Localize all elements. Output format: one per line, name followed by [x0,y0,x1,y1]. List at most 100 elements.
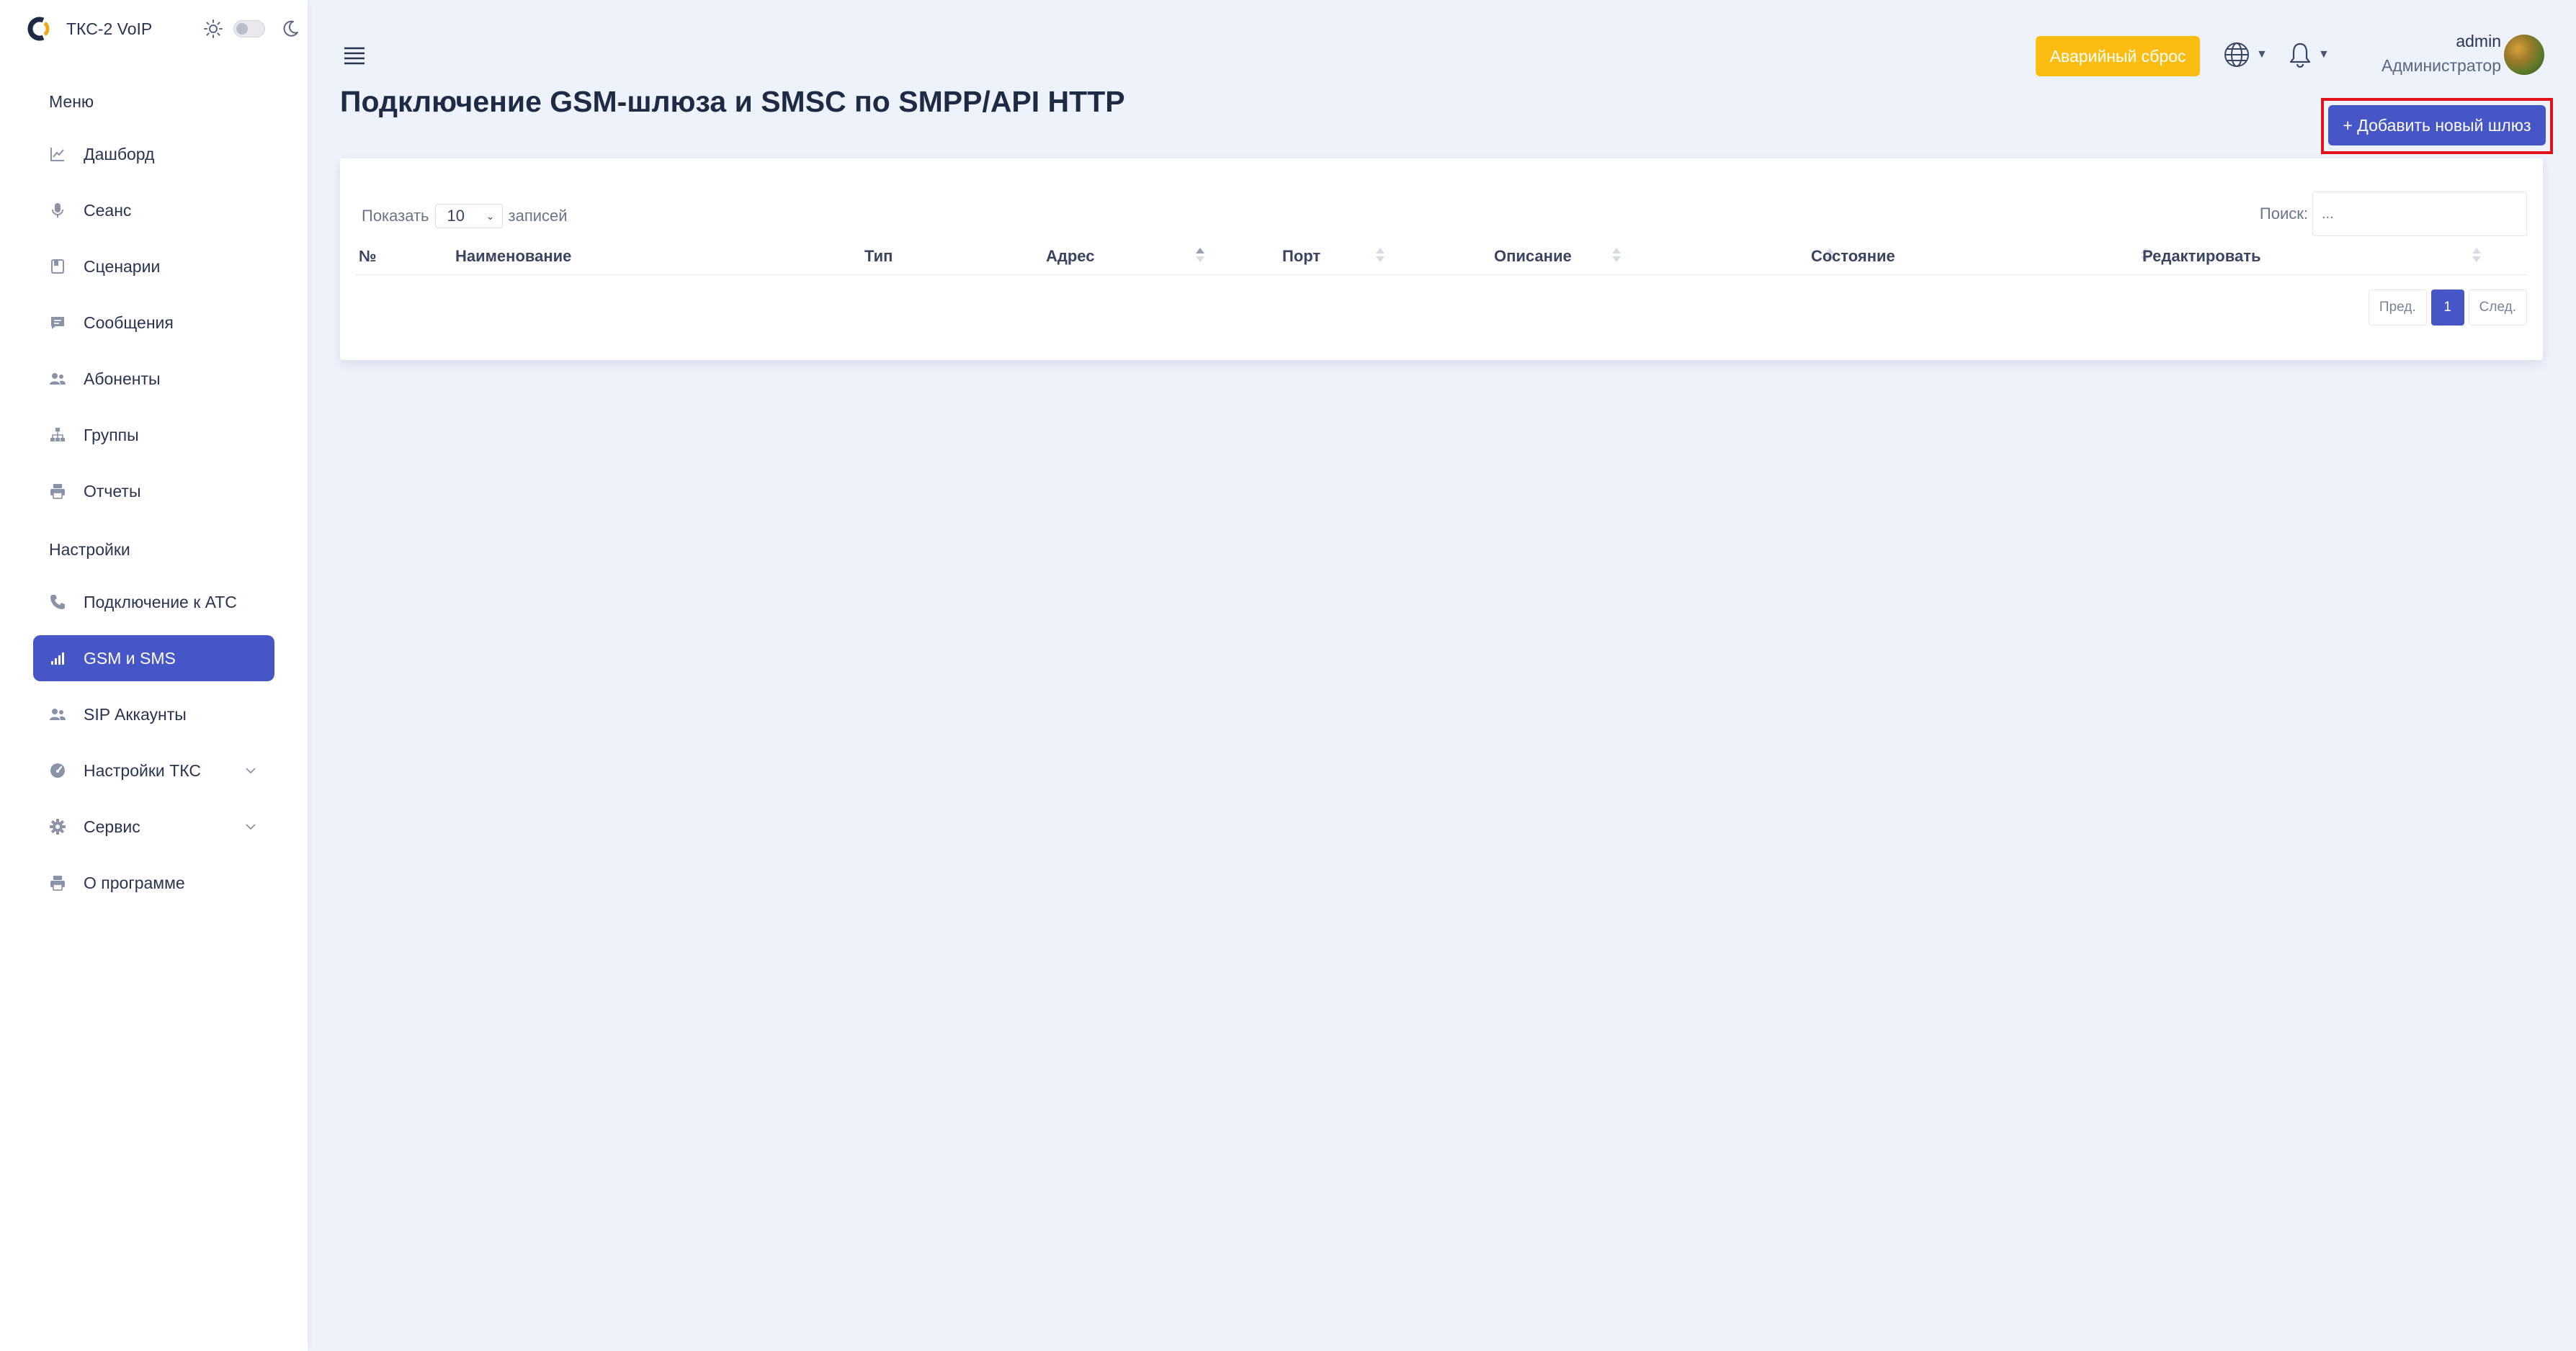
search-control: Поиск: [2260,192,2527,236]
column-label: Редактировать [2142,247,2261,265]
language-dropdown[interactable]: ▼ [2223,40,2268,69]
column-header-edit[interactable]: Редактировать [2142,239,2261,274]
chevron-down-icon: ⌄ [486,210,495,222]
chart-line-icon [50,148,64,161]
sidebar-item-about[interactable]: О программе [33,860,274,906]
column-header-port[interactable]: Порт [1282,239,1320,274]
page-length-select[interactable]: 10 ⌄ [434,204,503,228]
sidebar-item-tks-settings[interactable]: Настройки ТКС [33,748,274,794]
notifications-dropdown[interactable]: ▼ [2288,40,2330,69]
caret-down-icon: ▼ [2318,48,2330,60]
theme-toggle[interactable] [233,20,265,37]
column-label: Порт [1282,247,1321,265]
sun-icon[interactable] [203,19,223,39]
sidebar-item-label: О программе [84,873,185,892]
sidebar-item-label: Подключение к АТС [84,592,237,611]
microphone-icon [52,203,63,217]
sidebar-item-label: GSM и SMS [84,648,176,668]
sidebar-item-sip-accounts[interactable]: SIP Аккаунты [33,691,274,737]
book-icon [51,259,64,274]
chevron-down-icon [246,824,256,830]
sidebar-item-messages[interactable]: Сообщения [33,300,274,346]
toggle-knob [236,23,248,35]
column-header-address[interactable]: Адрес [1046,239,1094,274]
user-role: Администратор [2382,56,2501,75]
emergency-reset-button[interactable]: Аварийный сброс [2036,36,2200,76]
column-label: Адрес [1046,247,1095,265]
sidebar-item-groups[interactable]: Группы [33,412,274,458]
gateways-table-card: Показать 10 ⌄ записей Поиск: № Наименова… [340,158,2543,360]
sidebar-item-label: Настройки ТКС [84,760,201,780]
caret-down-icon: ▼ [2256,48,2268,60]
phone-icon [50,595,65,609]
sidebar-item-dashboard[interactable]: Дашборд [33,131,274,177]
theme-switch[interactable] [203,17,300,40]
settings-section-title: Настройки [49,540,130,559]
sidebar-item-service[interactable]: Сервис [33,804,274,850]
sidebar-item-label: Сеанс [84,200,132,220]
users-icon [50,709,66,720]
printer-icon [50,484,65,499]
column-label: Состояние [1811,247,1895,265]
page-length-value: 10 [447,207,465,225]
users-icon [50,373,66,385]
chevron-down-icon [246,768,256,774]
sidebar-item-label: Группы [84,425,139,444]
sort-icon[interactable] [1612,246,1621,265]
brand-logo-icon [27,17,50,41]
add-gateway-button[interactable]: + Добавить новый шлюз [2328,105,2546,145]
sort-icon[interactable] [2472,246,2481,265]
gauge-icon [50,763,65,778]
hamburger-menu-icon[interactable] [343,46,366,65]
page-button-current[interactable]: 1 [2430,290,2464,326]
show-label: Показать [362,207,429,225]
sidebar-item-session[interactable]: Сеанс [33,187,274,233]
sidebar-item-label: Сценарии [84,256,161,276]
globe-icon [2224,42,2249,67]
pagination: Пред. 1 След. [2368,290,2527,326]
entries-label: записей [508,207,568,225]
page-length-control: Показать 10 ⌄ записей [362,203,568,229]
sidebar-item-reports[interactable]: Отчеты [33,468,274,514]
gear-icon [50,819,66,835]
sidebar-item-subscribers[interactable]: Абоненты [33,356,274,402]
sidebar: ТКС-2 VoIP Меню Дашборд Сеанс Сценарии С… [0,0,308,1351]
sidebar-item-label: Сообщения [84,313,174,332]
brand[interactable]: ТКС-2 VoIP [26,16,152,42]
search-label: Поиск: [2259,205,2308,223]
menu-section-title: Меню [49,92,94,111]
next-page-button[interactable]: След. [2468,290,2527,326]
user-menu[interactable]: admin Администратор [2370,32,2544,79]
sitemap-icon [50,428,65,441]
sidebar-item-label: Отчеты [84,481,141,501]
column-header-status[interactable]: Состояние [1811,239,1895,274]
sidebar-item-label: Абоненты [84,369,161,388]
avatar[interactable] [2504,35,2544,75]
column-header-name[interactable]: Наименование [455,239,571,274]
column-header-number[interactable]: № [359,239,377,274]
search-input[interactable] [2312,192,2527,236]
prev-page-button[interactable]: Пред. [2368,290,2427,326]
sidebar-item-pbx[interactable]: Подключение к АТС [33,579,274,625]
message-icon [51,317,64,329]
moon-icon[interactable] [281,19,300,38]
column-label: Наименование [455,247,572,265]
user-name: admin [2456,32,2501,50]
column-label: Тип [864,247,893,265]
app-name: ТКС-2 VoIP [66,19,153,38]
bell-icon [2289,42,2311,68]
page-title: Подключение GSM-шлюза и SMSC по SMPP/API… [340,85,1125,118]
column-label: Описание [1494,247,1572,265]
sidebar-item-gsm-sms[interactable]: GSM и SMS [33,635,274,681]
sidebar-item-scenarios[interactable]: Сценарии [33,243,274,290]
column-label: № [359,247,377,265]
sidebar-item-label: SIP Аккаунты [84,704,187,724]
table-header: № Наименование Тип Адрес Порт Описание С… [356,239,2527,275]
sidebar-item-label: Сервис [84,817,140,836]
column-header-type[interactable]: Тип [864,239,893,274]
sort-asc-icon[interactable] [1196,246,1204,265]
sort-icon[interactable] [1376,246,1385,265]
signal-icon [51,652,64,665]
column-header-description[interactable]: Описание [1494,239,1572,274]
sidebar-item-label: Дашборд [84,144,155,163]
